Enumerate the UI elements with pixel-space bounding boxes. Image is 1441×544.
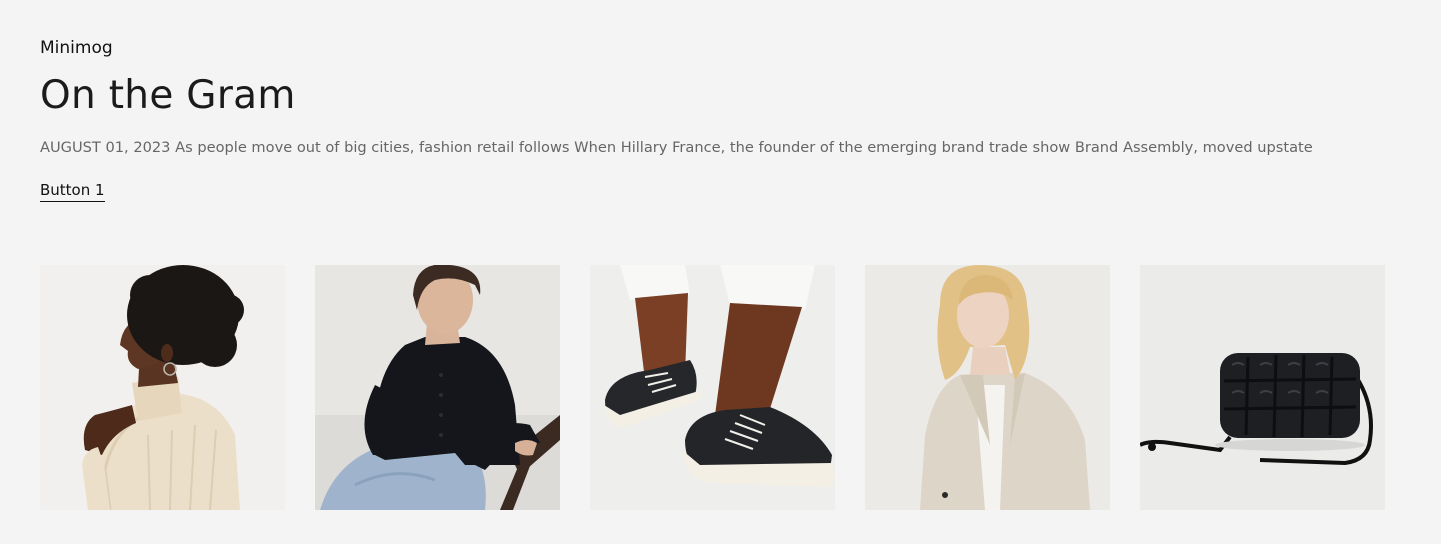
gallery-item-sneakers[interactable] bbox=[590, 265, 835, 510]
gallery-item-bag[interactable] bbox=[1140, 265, 1385, 510]
turtleneck-photo bbox=[40, 265, 285, 510]
instagram-section: Minimog On the Gram AUGUST 01, 2023 As p… bbox=[0, 0, 1441, 544]
instagram-gallery bbox=[40, 265, 1385, 510]
cardigan-photo bbox=[315, 265, 560, 510]
section-eyebrow: Minimog bbox=[40, 38, 113, 58]
gallery-item-cardigan[interactable] bbox=[315, 265, 560, 510]
button-1[interactable]: Button 1 bbox=[40, 180, 105, 202]
section-heading: On the Gram bbox=[40, 73, 296, 118]
blazer-photo bbox=[865, 265, 1110, 510]
sneakers-photo bbox=[590, 265, 835, 510]
section-description: AUGUST 01, 2023 As people move out of bi… bbox=[40, 139, 1313, 156]
gallery-item-blazer[interactable] bbox=[865, 265, 1110, 510]
bag-photo bbox=[1140, 265, 1385, 510]
gallery-item-turtleneck[interactable] bbox=[40, 265, 285, 510]
